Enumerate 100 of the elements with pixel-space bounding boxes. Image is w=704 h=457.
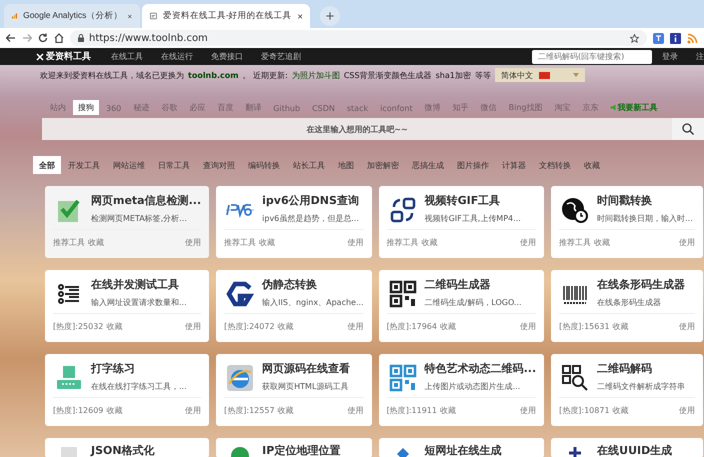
home-icon[interactable] (54, 33, 64, 43)
tool-card[interactable]: ipv6公用DNS查询 ipv6虽然是趋势，但是总... 推荐工具 收藏 使用 (216, 186, 372, 258)
tool-card[interactable]: 二维码生成器 二维码生成/解码，LOGO... [热度]:17964 收藏 使用 (378, 270, 544, 342)
category-tab[interactable]: 图片操作 (451, 156, 495, 174)
info-icon[interactable] (670, 32, 681, 44)
favorite-link[interactable]: 收藏 (594, 236, 610, 248)
use-link[interactable]: 使用 (520, 404, 536, 416)
category-tab[interactable]: 全部 (33, 156, 61, 174)
update-link[interactable]: 等等 (474, 70, 491, 80)
category-tab[interactable]: 计算器 (496, 156, 532, 174)
tool-card[interactable]: 特色艺术动态二维码... 上传图片或动态图片生成... [热度]:11911 收藏 使用 (378, 354, 544, 426)
favorite-link[interactable]: 收藏 (440, 404, 456, 416)
category-tab[interactable]: 开发工具 (62, 156, 106, 174)
category-tab[interactable]: 日常工具 (152, 156, 196, 174)
nav-link[interactable]: 爱奇艺追剧 (261, 51, 301, 62)
tool-title: 打字练习 (91, 361, 136, 376)
tool-card[interactable]: 视频转GIF工具 视频转GIF工具,上传MP4... 推荐工具 收藏 使用 (378, 186, 544, 258)
category-tab[interactable]: 恶搞生成 (406, 156, 450, 174)
back-arrow-icon[interactable] (6, 33, 16, 43)
browser-tab[interactable]: 爱资料在线工具-好用的在线工具 (142, 4, 310, 28)
use-link[interactable]: 使用 (185, 236, 202, 248)
category-tab[interactable]: 加密解密 (361, 156, 405, 174)
tool-title: 在线UUID生成 (597, 443, 672, 457)
tool-card[interactable]: 在线条形码生成器 在线条形码生成器 [热度]:15631 收藏 使用 (551, 270, 703, 342)
tool-description: 在线在线打字练习工具，... (91, 381, 187, 392)
site-logo[interactable]: 爱资料工具 (46, 50, 91, 63)
qr-code-icon (388, 280, 417, 308)
category-tab[interactable]: 站长工具 (287, 156, 331, 174)
favorite-link[interactable]: 收藏 (106, 404, 122, 416)
domain-link[interactable]: toolnb.com (188, 70, 239, 80)
use-link[interactable]: 使用 (348, 404, 364, 416)
nav-link[interactable]: 免费接口 (211, 51, 243, 62)
site-search-field[interactable]: 二维码解码(回车键搜索) (532, 50, 652, 64)
register-link[interactable]: 注 (696, 51, 704, 62)
tool-card[interactable]: 短网址在线生成 (378, 438, 544, 457)
use-link[interactable]: 使用 (679, 236, 695, 248)
favorite-link[interactable]: 收藏 (88, 236, 104, 248)
login-link[interactable]: 登录 (662, 51, 678, 62)
favorite-link[interactable]: 收藏 (422, 236, 438, 248)
reload-icon[interactable] (38, 33, 48, 43)
g-logo-icon (226, 280, 254, 308)
tool-tag: [热度]:25032 (53, 320, 104, 332)
bar-chart-icon (12, 11, 18, 21)
update-link[interactable]: CSS背景渐变颜色生成器 (344, 70, 432, 80)
favorite-link[interactable]: 收藏 (278, 404, 294, 416)
favorite-link[interactable]: 收藏 (278, 320, 294, 332)
language-select[interactable]: 简体中文 (494, 68, 585, 82)
close-icon[interactable] (298, 12, 302, 20)
address-bar[interactable]: https://www.toolnb.com (70, 30, 647, 46)
category-tab[interactable]: 文档转换 (533, 156, 577, 174)
use-link[interactable]: 使用 (348, 236, 364, 248)
close-icon[interactable] (128, 12, 132, 20)
tool-card[interactable]: JSON格式化 (45, 438, 210, 457)
tool-title: 时间戳转换 (597, 193, 654, 208)
use-link[interactable]: 使用 (348, 320, 364, 332)
tool-description: 二维码文件解析成字符串 (597, 381, 686, 392)
use-link[interactable]: 使用 (520, 236, 536, 248)
tool-card[interactable]: 在线并发测试工具 输入网址设置请求数量和... [热度]:25032 收藏 使用 (45, 270, 210, 342)
browser-icon (226, 364, 254, 392)
use-link[interactable]: 使用 (679, 404, 695, 416)
nav-link[interactable]: 在线工具 (111, 51, 143, 62)
favorite-link[interactable]: 收藏 (612, 320, 629, 332)
use-link[interactable]: 使用 (520, 320, 536, 332)
search-button[interactable] (672, 118, 704, 140)
category-tab[interactable]: 查询对照 (197, 156, 241, 174)
use-link[interactable]: 使用 (185, 404, 202, 416)
favorite-link[interactable]: 收藏 (106, 320, 122, 332)
category-tab[interactable]: 编码转换 (242, 156, 286, 174)
category-tab[interactable]: 收藏 (578, 156, 606, 174)
category-tab[interactable]: 网站运维 (107, 156, 151, 174)
tool-card[interactable]: IP定位地理位置 (216, 438, 372, 457)
tool-description: 在线条形码生成器 (597, 297, 662, 308)
browser-tab[interactable]: Google Analytics（分析） (4, 4, 140, 28)
tool-search-field[interactable]: 在这里输入想用的工具吧~~ (42, 118, 672, 140)
tool-card[interactable]: 二维码解码 二维码文件解析成字符串 [热度]:10871 收藏 使用 (551, 354, 703, 426)
new-tab-button[interactable]: + (320, 6, 340, 26)
search-engine-tab[interactable]: 搜狗 (73, 100, 99, 115)
search-engine-tab[interactable]: 淘宝 (550, 100, 576, 115)
tool-tag: [热度]:24072 (224, 320, 275, 332)
star-icon[interactable] (630, 34, 639, 42)
tool-card[interactable]: 时间戳转换 时间戳转换日期，输入时... 推荐工具 收藏 使用 (551, 186, 703, 258)
search-engine-tab[interactable]: 微信 (476, 100, 502, 115)
use-link[interactable]: 使用 (185, 320, 202, 332)
tool-title: 特色艺术动态二维码... (424, 361, 536, 376)
tool-tag: [热度]:17964 (386, 320, 437, 332)
update-link[interactable]: sha1加密 (436, 70, 471, 80)
tool-card[interactable]: 在线UUID生成 (551, 438, 703, 457)
nav-link[interactable]: 在线运行 (161, 51, 193, 62)
favorite-link[interactable]: 收藏 (440, 320, 456, 332)
favorite-link[interactable]: 收藏 (612, 404, 629, 416)
tool-card[interactable]: 网页源码在线查看 获取网页HTML源码工具 [热度]:12557 收藏 使用 (216, 354, 372, 426)
tool-card[interactable]: 打字练习 在线在线打字练习工具，... [热度]:12609 收藏 使用 (45, 354, 210, 426)
tool-title: 在线条形码生成器 (597, 277, 686, 292)
tool-card[interactable]: 伪静态转换 输入IIS、nginx、Apache... [热度]:24072 收藏 使用 (216, 270, 372, 342)
update-link[interactable]: 为照片加斗图 (292, 70, 340, 80)
favorite-link[interactable]: 收藏 (259, 236, 276, 248)
use-link[interactable]: 使用 (679, 320, 695, 332)
category-tab[interactable]: 地图 (332, 156, 360, 174)
tool-card[interactable]: 网页meta信息检测... 检测网页META标签,分析... 推荐工具 收藏 使用 (45, 186, 210, 258)
translate-icon[interactable] (653, 32, 664, 44)
